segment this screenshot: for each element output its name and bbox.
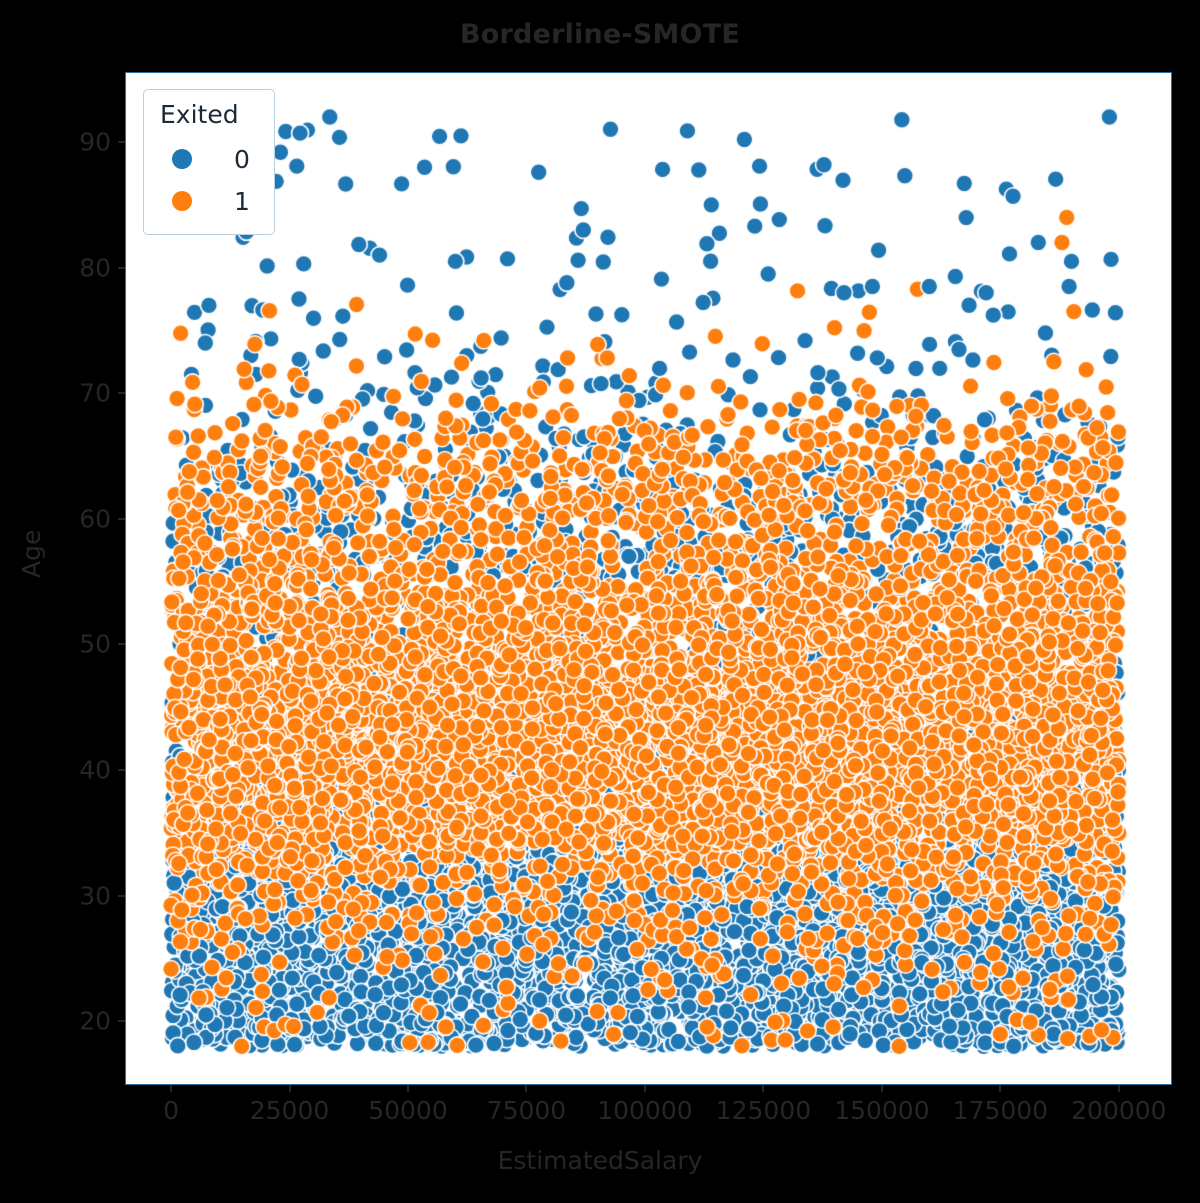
legend-title: Exited [160, 100, 239, 129]
y-tick-mark [118, 643, 125, 646]
x-tick-label: 150000 [834, 1096, 930, 1125]
scatter-plot-figure: Borderline-SMOTE Exited 0 1 Age Estimate… [0, 0, 1200, 1203]
y-tick-label: 30 [79, 881, 111, 911]
y-tick-mark [118, 141, 125, 144]
x-tick-mark [999, 1085, 1002, 1092]
y-tick-label: 40 [79, 755, 111, 785]
x-tick-mark [406, 1085, 409, 1092]
legend-swatch-1 [172, 191, 192, 211]
x-tick-label: 175000 [952, 1096, 1049, 1125]
plot-area: Exited 0 1 [125, 72, 1172, 1085]
legend-label-0: 0 [234, 144, 250, 174]
y-tick-label: 80 [79, 253, 111, 283]
scatter-points-canvas [126, 73, 1171, 1084]
y-tick-mark [118, 392, 125, 395]
x-tick-mark [288, 1085, 291, 1092]
x-tick-label: 25000 [249, 1096, 330, 1125]
x-tick-label: 0 [163, 1096, 179, 1125]
y-tick-mark [118, 517, 125, 520]
x-tick-mark [643, 1085, 646, 1092]
x-tick-label: 50000 [368, 1096, 448, 1125]
legend-swatch-0 [172, 149, 192, 169]
y-tick-mark [118, 1020, 125, 1023]
y-tick-label: 90 [79, 127, 111, 157]
x-tick-label: 125000 [715, 1096, 812, 1125]
x-tick-mark [1117, 1085, 1120, 1092]
y-tick-label: 60 [79, 504, 111, 534]
y-tick-mark [118, 894, 125, 897]
y-tick-label: 70 [79, 378, 111, 408]
x-tick-mark [762, 1085, 765, 1092]
y-axis-label: Age [17, 529, 46, 578]
x-tick-label: 200000 [1071, 1096, 1167, 1125]
x-tick-label: 75000 [486, 1096, 567, 1125]
legend-label-1: 1 [234, 186, 250, 216]
x-tick-mark [170, 1085, 173, 1092]
x-axis-label: EstimatedSalary [497, 1146, 703, 1175]
y-tick-mark [118, 769, 125, 772]
x-tick-mark [880, 1085, 883, 1092]
chart-title: Borderline-SMOTE [460, 19, 740, 50]
x-tick-label: 100000 [597, 1096, 693, 1125]
y-tick-label: 20 [79, 1006, 111, 1036]
legend-item-1[interactable]: 1 [158, 180, 258, 222]
y-tick-label: 50 [79, 629, 111, 659]
legend-item-0[interactable]: 0 [158, 138, 258, 180]
legend[interactable]: Exited 0 1 [143, 89, 275, 235]
y-tick-mark [118, 266, 125, 269]
x-tick-mark [525, 1085, 528, 1092]
